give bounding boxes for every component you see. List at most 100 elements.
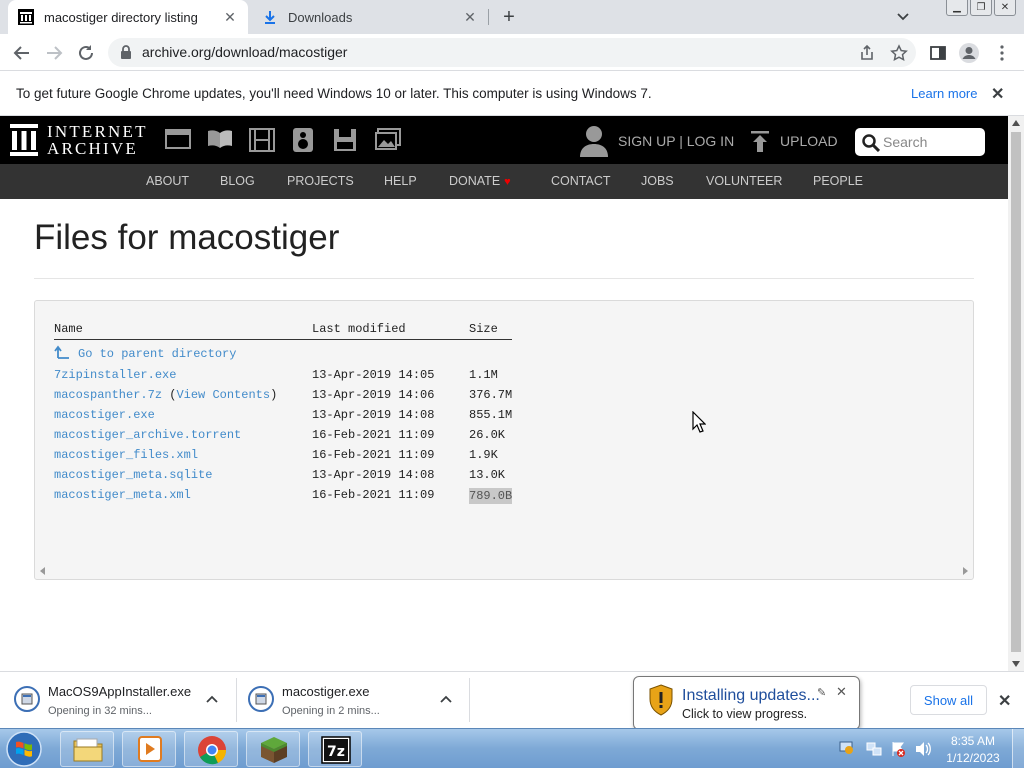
tab-downloads[interactable]: Downloads ✕: [252, 0, 488, 34]
bookmark-star-icon[interactable]: [890, 44, 908, 62]
file-link[interactable]: macostiger.exe: [54, 408, 155, 422]
user-icon[interactable]: [580, 125, 608, 157]
nav-help[interactable]: HELP: [384, 174, 417, 188]
file-size: 376.7M: [469, 388, 513, 402]
upload-icon[interactable]: [751, 131, 769, 153]
taskbar-explorer[interactable]: [60, 731, 114, 767]
page-title: Files for macostiger: [34, 218, 340, 257]
file-link[interactable]: 7zipinstaller.exe: [54, 368, 176, 382]
scroll-down-icon[interactable]: [1012, 661, 1020, 667]
folder-icon: [73, 738, 103, 762]
forward-icon[interactable]: [42, 41, 66, 65]
file-link[interactable]: macostiger_meta.xml: [54, 488, 191, 502]
file-modified: 13-Apr-2019 14:05: [312, 368, 435, 382]
taskbar-media-player[interactable]: [122, 731, 176, 767]
shelf-close-icon[interactable]: ✕: [998, 691, 1014, 710]
scroll-left-arrow-icon[interactable]: [40, 567, 45, 575]
tab-title: macostiger directory listing: [44, 9, 198, 25]
start-orb-icon[interactable]: [4, 730, 44, 768]
file-link[interactable]: macostiger_meta.sqlite: [54, 468, 212, 482]
texts-icon[interactable]: [207, 128, 233, 152]
volume-icon[interactable]: [914, 741, 932, 757]
images-icon[interactable]: [375, 128, 401, 152]
archive-favicon-icon: [18, 9, 34, 25]
show-all-button[interactable]: Show all: [910, 685, 987, 715]
new-tab-button[interactable]: +: [498, 6, 520, 28]
archive-logo-icon[interactable]: [10, 124, 38, 156]
back-icon[interactable]: [10, 41, 34, 65]
lock-icon[interactable]: [120, 45, 132, 59]
file-link[interactable]: macospanther.7z: [54, 388, 162, 402]
page-viewport: INTERNET ARCHIVE SIGN UP | LOG IN UPLOAD…: [0, 116, 1008, 671]
file-link[interactable]: macostiger_files.xml: [54, 448, 198, 462]
download-item[interactable]: macostiger.exe Opening in 2 mins...: [234, 672, 470, 729]
learn-more-link[interactable]: Learn more: [911, 86, 977, 101]
page-scrollbar[interactable]: [1008, 116, 1024, 671]
nav-jobs[interactable]: JOBS: [641, 174, 674, 188]
window-controls: ▁ ❐ ✕: [946, 0, 1016, 18]
download-item[interactable]: MacOS9AppInstaller.exe Opening in 32 min…: [0, 672, 236, 729]
browser-toolbar: archive.org/download/macostiger: [0, 34, 1024, 71]
installer-file-icon: [248, 686, 274, 712]
nav-projects[interactable]: PROJECTS: [287, 174, 354, 188]
software-icon[interactable]: [333, 128, 359, 152]
reload-icon[interactable]: [74, 41, 98, 65]
profile-avatar-icon[interactable]: [957, 41, 981, 65]
chevron-up-icon[interactable]: [439, 692, 453, 706]
parent-directory-link[interactable]: Go to parent directory: [78, 347, 236, 361]
ia-wordmark[interactable]: INTERNET ARCHIVE: [47, 123, 148, 157]
column-header-name[interactable]: Name: [54, 322, 83, 336]
pin-icon[interactable]: ✎: [817, 686, 826, 699]
nav-people[interactable]: PEOPLE: [813, 174, 863, 188]
column-header-modified[interactable]: Last modified: [312, 322, 406, 336]
taskbar-7zip[interactable]: 7z: [308, 731, 362, 767]
video-icon[interactable]: [249, 128, 275, 152]
restore-button[interactable]: ❐: [970, 0, 992, 16]
web-icon[interactable]: [165, 128, 191, 152]
update-notification-balloon[interactable]: Installing updates... Click to view prog…: [633, 676, 860, 730]
ia-search-box[interactable]: Search: [855, 128, 985, 156]
url-text[interactable]: archive.org/download/macostiger: [142, 44, 347, 60]
file-link[interactable]: macostiger_archive.torrent: [54, 428, 241, 442]
side-panel-icon[interactable]: [926, 41, 950, 65]
share-icon[interactable]: [858, 44, 876, 62]
taskbar-minecraft[interactable]: [246, 731, 300, 767]
nav-blog[interactable]: BLOG: [220, 174, 255, 188]
window-close-button[interactable]: ✕: [994, 0, 1016, 16]
balloon-close-icon[interactable]: ✕: [836, 684, 847, 700]
tab-macostiger[interactable]: macostiger directory listing ✕: [8, 0, 248, 34]
heart-icon: ♥: [504, 176, 511, 188]
scrollbar-thumb[interactable]: [1011, 132, 1021, 652]
table-row: macostiger.exe 13-Apr-2019 14:08 855.1M: [35, 408, 973, 426]
nav-about[interactable]: ABOUT: [146, 174, 189, 188]
nav-volunteer[interactable]: VOLUNTEER: [706, 174, 782, 188]
taskbar-chrome[interactable]: [184, 731, 238, 767]
file-size: 1.9K: [469, 448, 498, 462]
action-center-flag-icon[interactable]: [890, 741, 906, 757]
signup-login-link[interactable]: SIGN UP | LOG IN: [618, 133, 734, 149]
network-icon[interactable]: [866, 741, 882, 757]
address-bar[interactable]: archive.org/download/macostiger: [108, 38, 916, 67]
tab-close-icon[interactable]: ✕: [462, 9, 478, 25]
show-desktop-button[interactable]: [1012, 729, 1024, 768]
tab-close-icon[interactable]: ✕: [222, 9, 238, 25]
nav-contact[interactable]: CONTACT: [551, 174, 611, 188]
scroll-up-icon[interactable]: [1012, 120, 1020, 126]
minimize-button[interactable]: ▁: [946, 0, 968, 16]
infobar-message: To get future Google Chrome updates, you…: [16, 86, 652, 101]
infobar-close-icon[interactable]: ✕: [991, 84, 1007, 103]
scroll-right-arrow-icon[interactable]: [963, 567, 968, 575]
column-header-size[interactable]: Size: [469, 322, 498, 336]
nav-donate[interactable]: DONATE ♥: [449, 174, 511, 188]
installer-file-icon: [14, 686, 40, 712]
audio-icon[interactable]: [291, 128, 317, 152]
tab-search-chevron-icon[interactable]: [895, 8, 913, 26]
menu-kebab-icon[interactable]: [990, 41, 1014, 65]
view-contents-link[interactable]: View Contents: [176, 388, 270, 402]
up-arrow-icon[interactable]: [54, 345, 70, 363]
taskbar-clock[interactable]: 8:35 AM 1/12/2023: [938, 733, 1008, 767]
upload-link[interactable]: UPLOAD: [780, 133, 838, 149]
update-tray-icon[interactable]: [838, 739, 854, 755]
chevron-up-icon[interactable]: [205, 692, 219, 706]
download-shelf: MacOS9AppInstaller.exe Opening in 32 min…: [0, 671, 1024, 728]
